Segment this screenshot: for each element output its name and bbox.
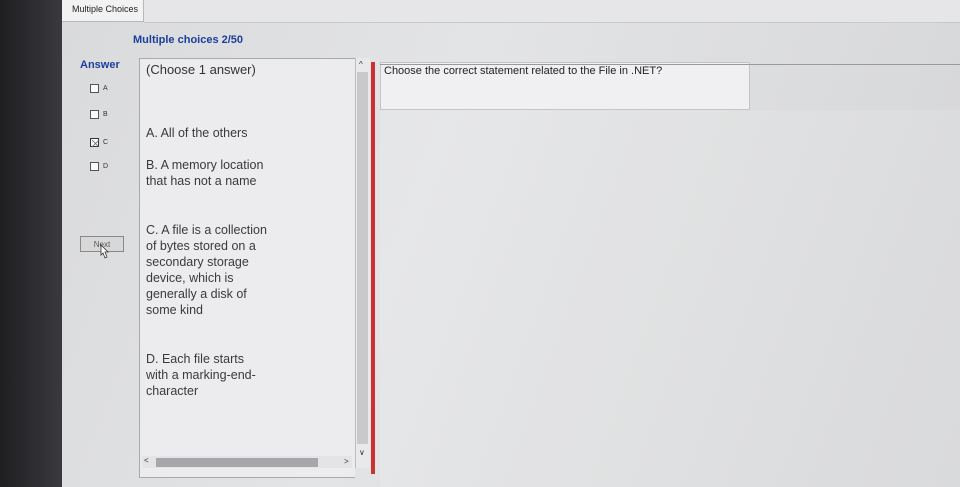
choice-a: A. All of the others <box>146 126 248 140</box>
choice-c: C. A file is a collection of bytes store… <box>146 223 267 317</box>
answer-option-d[interactable]: D <box>90 159 108 173</box>
window-title: Multiple Choices <box>62 0 144 22</box>
answer-option-b[interactable]: B <box>90 107 108 121</box>
answer-letter: B <box>103 110 108 118</box>
choose-hint: (Choose 1 answer) <box>146 62 256 77</box>
scroll-right-icon[interactable]: > <box>344 457 349 466</box>
question-text: Choose the correct statement related to … <box>384 65 663 77</box>
checkbox-icon[interactable] <box>90 161 99 171</box>
choice-b: B. A memory location that has not a name <box>146 158 264 188</box>
panel-divider <box>371 62 375 474</box>
scroll-down-icon[interactable]: ∨ <box>359 448 365 457</box>
question-area <box>380 110 960 487</box>
checkbox-icon[interactable] <box>90 83 99 93</box>
scroll-left-icon[interactable]: < <box>144 456 149 465</box>
scroll-up-icon[interactable]: ^ <box>359 60 363 69</box>
choices-panel: (Choose 1 answer) A. All of the others B… <box>139 58 355 478</box>
question-rule <box>380 64 960 65</box>
question-counter: Multiple choices 2/50 <box>133 34 244 46</box>
choice-d: D. Each file starts with a marking-end-c… <box>146 352 256 398</box>
checkmark-icon <box>91 139 100 147</box>
answer-letter: A <box>103 84 108 92</box>
choices-horizontal-scrollbar[interactable]: < > <box>142 456 352 468</box>
scroll-thumb[interactable] <box>357 72 368 444</box>
answer-letter: D <box>103 162 109 170</box>
monitor-bezel <box>0 0 62 487</box>
pointer-cursor-icon <box>100 244 109 259</box>
question-box: Choose the correct statement related to … <box>380 62 750 110</box>
title-strip <box>144 0 960 23</box>
quiz-screen: Multiple Choices Multiple choices 2/50 A… <box>62 0 960 487</box>
answer-letter: C <box>103 138 109 146</box>
answer-label: Answer <box>80 59 120 71</box>
choices-vertical-scrollbar[interactable]: ^ ∨ <box>355 58 370 468</box>
scroll-thumb-horizontal[interactable] <box>156 458 318 467</box>
answer-option-a[interactable]: A <box>90 81 108 95</box>
checkbox-icon[interactable] <box>90 109 99 119</box>
answer-option-c[interactable]: C <box>90 135 108 149</box>
checkbox-icon[interactable] <box>90 137 100 147</box>
